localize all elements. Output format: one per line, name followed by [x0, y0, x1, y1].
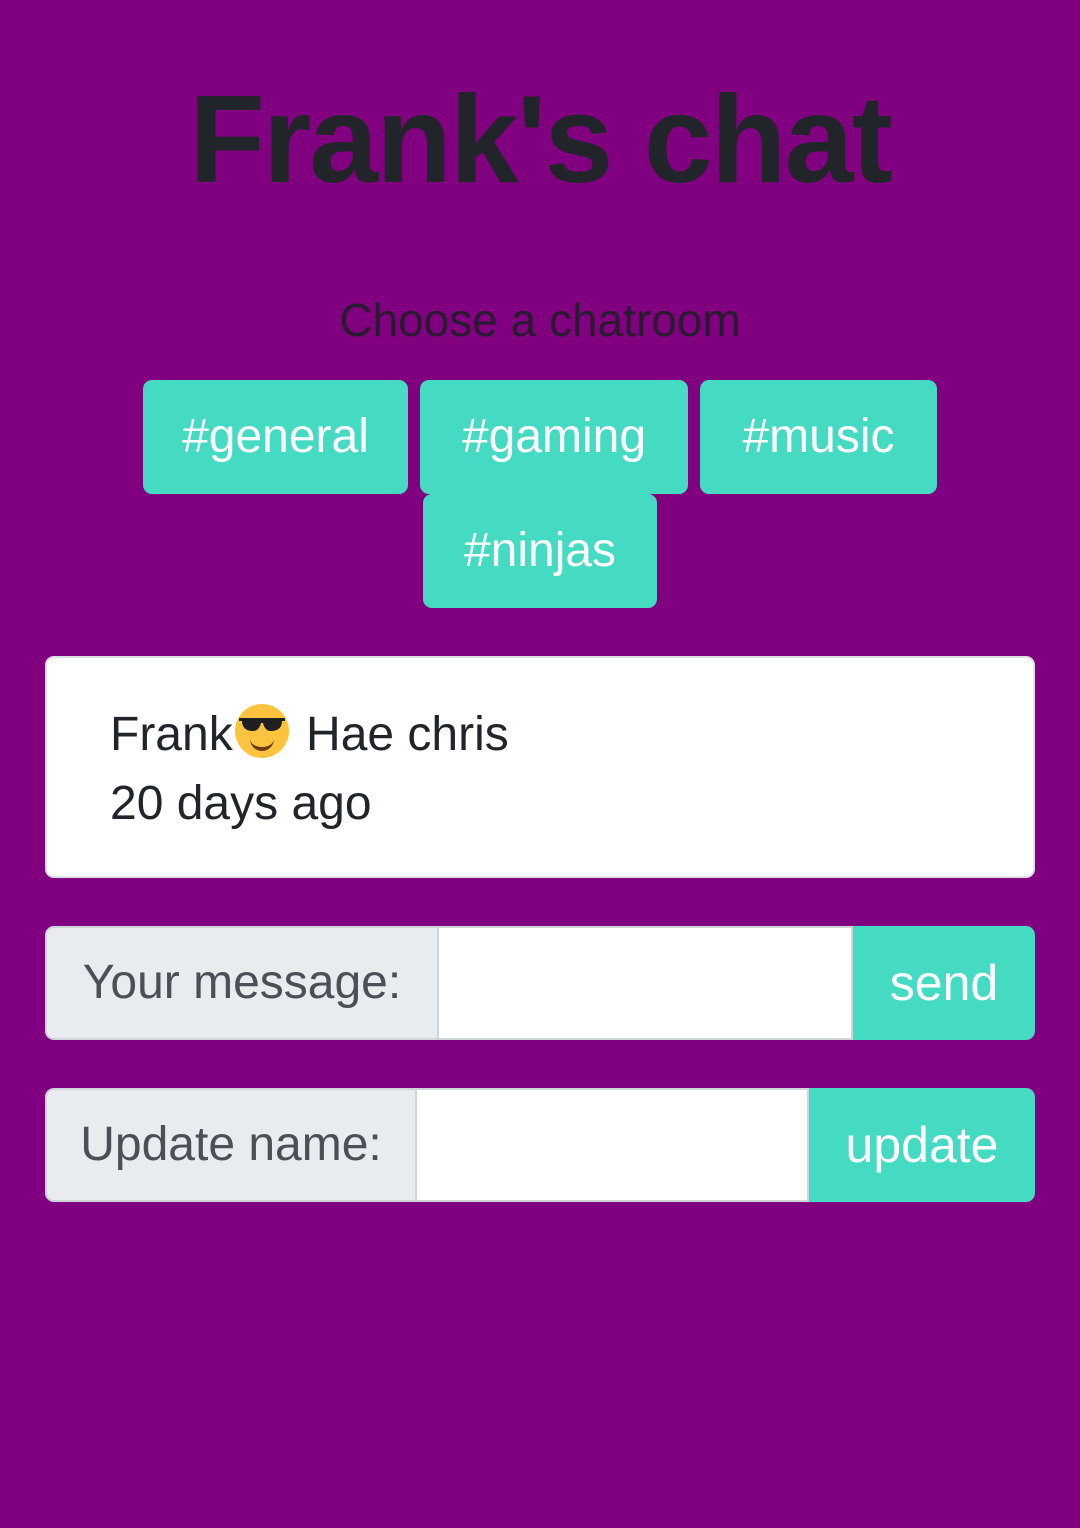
send-button[interactable]: send [853, 926, 1035, 1040]
update-button[interactable]: update [809, 1088, 1035, 1202]
message-form: Your message: send [45, 926, 1035, 1040]
message-input[interactable] [439, 926, 853, 1040]
chat-window: Frank Hae chris 20 days ago [45, 656, 1035, 878]
room-button-general[interactable]: #general [143, 380, 408, 494]
update-name-form: Update name: update [45, 1088, 1035, 1202]
page-title: Frank's chat [189, 71, 893, 209]
room-button-music[interactable]: #music [700, 380, 937, 494]
message-timestamp: 20 days ago [110, 777, 372, 830]
room-button-ninjas[interactable]: #ninjas [423, 494, 657, 608]
chatroom-prompt: Choose a chatroom [339, 294, 741, 346]
message-label: Your message: [45, 926, 439, 1040]
name-input[interactable] [417, 1088, 809, 1202]
room-button-gaming[interactable]: #gaming [420, 380, 688, 494]
message-text: Hae chris [292, 708, 509, 761]
message-author: Frank [110, 708, 233, 761]
sunglasses-emoji-icon [234, 704, 289, 758]
chat-message: Frank Hae chris [110, 704, 509, 763]
update-name-label: Update name: [45, 1088, 417, 1202]
